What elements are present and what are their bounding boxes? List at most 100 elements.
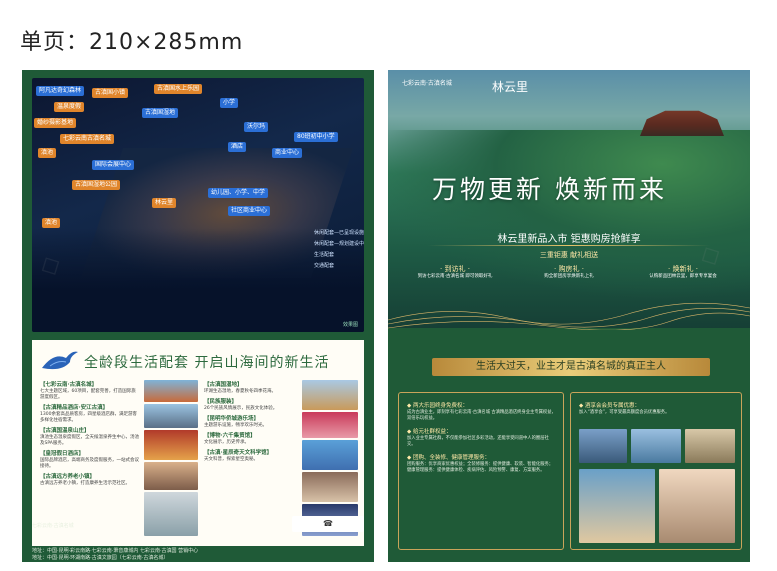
benefit-desc: 团购服务：优享商家优惠权益；全装修服务：提供健康、软装、智能化服务；健康管理服务…: [407, 462, 554, 473]
map-label: 沃尔玛: [244, 122, 269, 132]
address-line: 地址：中国·昆明·彩云南路·七彩云南·秉音康城内 七彩云南·古滇国 营销中心: [32, 548, 199, 554]
map-label: 婚纱摄影基地: [34, 118, 77, 128]
benefit-title: ◆ 给元社群权益：: [407, 429, 452, 435]
bird-logo-icon: [42, 351, 78, 370]
hero-image: 七彩云南·古滇名城 林云里 万物更新 焕新而来 林云里新品入市 钜惠购房抢鲜享 …: [388, 70, 750, 330]
map-label: 阿凡达奇幻森林: [36, 86, 85, 96]
photo-hotel: [144, 404, 198, 428]
contact-icon: ☎: [323, 519, 333, 528]
map-label: 古滇国湿地: [142, 108, 179, 118]
facility-desc: 滇池生态温泉度假区，全天候温泉养生中心，汤池及SPA服务。: [40, 435, 139, 446]
map-label: 古滇国小镇: [92, 88, 129, 98]
facility-desc: 环湖生态湿地，春夏秋冬四季花海。: [204, 389, 276, 394]
facility-desc: 古滇远方养老小镇，打造康养生活示范社区。: [40, 481, 130, 486]
facility-title: 【七彩云南·古滇名城】: [40, 382, 98, 388]
offer-heading: 三重钜惠 献礼相送: [539, 251, 599, 259]
facility-desc: 天文科普，探索星空奥秘。: [204, 457, 258, 462]
facility-title: 【古滇国湿地】: [204, 382, 243, 388]
photo-pagoda: [144, 430, 198, 460]
benefits-box: ◆ 两大乐园终身免费权： 成为古滇业主，即刻享有七彩云南·古滇名城 古滇精品酒店…: [398, 392, 564, 550]
legend-item: 休闲配套—已呈现设施: [314, 230, 364, 236]
facility-title: 【古滇远方养老小镇】: [40, 474, 96, 480]
photo-family-2: [659, 469, 735, 543]
map-label: 七彩云南古滇名城: [60, 134, 115, 144]
facility-title: 【古滇精品酒店·安江古滇】: [40, 405, 109, 411]
facility-desc: 1300余套高品质客房，四星级酒店群，满足游客多样化住宿需求。: [40, 412, 137, 423]
gift-desc: 认购新品团林云里，即享专享宴会: [649, 274, 717, 279]
address-block: 地址：中国·昆明·彩云南路·七彩云南·秉音康城内 七彩云南·古滇国 营销中心 地…: [32, 548, 372, 562]
map-label: 古滇国水上乐园: [154, 84, 203, 94]
facility-desc: 国际品牌酒店，高端商务及度假服务，一站式会议接待。: [40, 458, 139, 469]
city-map: 阿凡达奇幻森林 古滇国小镇 古滇国水上乐园温泉度假婚纱摄影基地 古滇国湿地七彩云南古滇…: [32, 78, 364, 332]
legend-item: 交通配套: [314, 263, 335, 269]
benefit-desc: 加入业主专属社群，不仅能参加社区多彩活动，还能享受同道中人的圈层社交。: [407, 436, 549, 447]
benefit-title: ◆ 团购、全装修、健康管理服务：: [407, 455, 490, 461]
photo-wetland: [302, 380, 358, 410]
brand-name: 林云里: [492, 80, 529, 94]
gift-title: · 焕新礼 ·: [668, 265, 698, 273]
header-logo: 七彩云南·古滇名城: [402, 80, 452, 87]
map-legend: 休闲配套—已呈现设施 休闲配套—规划建设中 生活配套 交通配套: [314, 228, 364, 272]
owner-banner: 生活大过天，业主才是古滇名城的真正主人: [432, 358, 710, 376]
benefit-desc: 成为古滇业主，即刻享有七彩云南·古滇名城 古滇精品酒店终身业主专属权益，双倍乐玩…: [407, 410, 556, 421]
benefits-list: ◆ 两大乐园终身免费权： 成为古滇业主，即刻享有七彩云南·古滇名城 古滇精品酒店…: [407, 401, 557, 479]
hero-subtitle: 林云里新品入市 钜惠购房抢鲜享: [497, 234, 641, 245]
membership-title: ◆ 酒享会会员专属优惠：: [579, 403, 640, 409]
map-label: 商业中心: [272, 148, 303, 158]
right-flyer-page: 七彩云南·古滇名城 林云里 万物更新 焕新而来 林云里新品入市 钜惠购房抢鲜享 …: [388, 70, 750, 562]
photo-playground: [302, 440, 358, 470]
facility-column-2: 【古滇国湿地】 环湖生态湿地，春夏秋冬四季花海。 【民族服装】 26个民族风情展…: [204, 378, 298, 463]
temple-building: [640, 110, 724, 136]
gift-item: · 购房礼 · 购全新团房享焕新礼上礼: [514, 264, 624, 280]
gift-title: · 到访礼 ·: [440, 265, 470, 273]
gift-item: · 到访礼 · 到访七彩云南·古滇名城 即可领取好礼: [400, 264, 510, 280]
photo-club-1: [579, 429, 627, 463]
map-label: 古滇国湿地公园: [72, 180, 121, 190]
map-label: 社区商业中心: [228, 206, 271, 216]
photo-family-1: [579, 469, 655, 543]
facility-title: 【古滇国温泉山庄】: [40, 428, 90, 434]
gift-list: · 到访礼 · 到访七彩云南·古滇名城 即可领取好礼 · 购房礼 · 购全新团房…: [398, 264, 740, 280]
left-footer-logo: 七彩云南·古滇名城: [32, 523, 74, 529]
map-label: 国际会展中心: [92, 160, 135, 170]
photo-club-2: [631, 429, 681, 463]
map-label: 80班初中小学: [294, 132, 338, 142]
facility-title: 【昆明华侨城游乐场】: [204, 416, 260, 422]
map-note: 效果图: [342, 322, 358, 328]
photo-club-3: [685, 429, 735, 463]
map-label: 酒店: [228, 142, 247, 152]
page-title: 单页：210×285mm: [20, 30, 244, 55]
gift-desc: 购全新团房享焕新礼上礼: [544, 274, 594, 279]
membership-info: ◆ 酒享会会员专属优惠： 加入“酒享会”，可享受最高额度会员优惠服务。: [579, 401, 735, 421]
map-label: 温泉度假: [54, 102, 85, 112]
map-label: 林云里: [152, 198, 177, 208]
membership-box: ◆ 酒享会会员专属优惠： 加入“酒享会”，可享受最高额度会员优惠服务。: [570, 392, 742, 550]
legend-item: 生活配套: [314, 252, 335, 258]
legend-item: 休闲配套—规划建设中: [314, 241, 364, 247]
photo-theme-park: [144, 380, 198, 402]
photo-spa: [144, 462, 198, 490]
facility-title: 【古滇·星辰奇天文科学馆】: [204, 450, 273, 456]
map-label: 滇池: [38, 148, 57, 158]
photo-town: [144, 492, 198, 536]
gift-desc: 到访七彩云南·古滇名城 即可领取好礼: [417, 274, 493, 279]
contact-box: ☎: [292, 516, 364, 532]
facility-column-1: 【七彩云南·古滇名城】 七大主题区域，60项目，配套完善，打造国际旅游度假区。 …: [40, 378, 140, 487]
facility-title: 【博物·六千集贸馆】: [204, 433, 256, 439]
facility-title: 【皇冠假日酒店】: [40, 451, 85, 457]
facility-desc: 文化展示，历史传承。: [204, 440, 249, 445]
gift-item: · 焕新礼 · 认购新品团林云里，即享专享宴会: [628, 264, 738, 280]
photo-museum: [302, 472, 358, 502]
gold-wave-lines: [388, 302, 750, 330]
map-label: 幼儿园、小学、中学: [208, 188, 269, 198]
map-label: 滇池: [42, 218, 61, 228]
gold-divider: [428, 245, 710, 246]
address-line: 地址：中国·昆明·环湖南路·古滇文旅园（七彩云南·古滇名城）: [32, 555, 169, 561]
membership-desc: 加入“酒享会”，可享受最高额度会员优惠服务。: [579, 410, 670, 415]
card-heading: 全龄段生活配套 开启山海间的新生活: [84, 355, 330, 371]
benefit-title: ◆ 两大乐园终身免费权：: [407, 403, 468, 409]
map-label: 小学: [220, 98, 239, 108]
gift-title: · 购房礼 ·: [554, 265, 584, 273]
hero-slogan: 万物更新 焕新而来: [432, 175, 667, 204]
facility-desc: 26个民族风情展示，民族文化体验。: [204, 406, 278, 411]
